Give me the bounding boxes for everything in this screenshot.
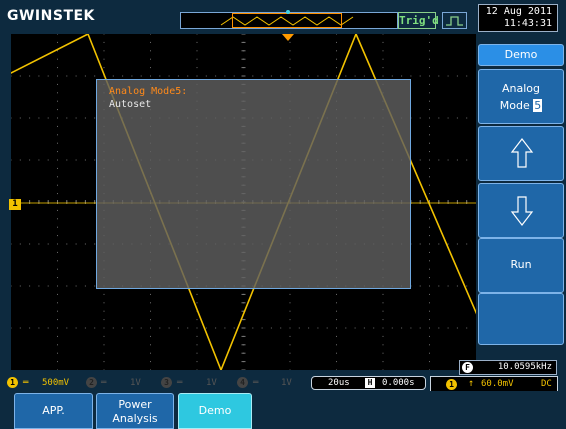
ch1-coupling-icon: ═ <box>23 378 29 388</box>
timebase-readout[interactable]: 20us H 0.000s <box>311 376 426 390</box>
trigger-source-badge: 1 <box>446 379 457 390</box>
run-button[interactable]: Run <box>478 238 564 293</box>
mode-line: Mode 5 <box>479 97 563 114</box>
frequency-badge: F <box>462 362 473 373</box>
ch4-scale: 1V <box>281 378 292 388</box>
softkey-menu: Demo Analog Mode 5 Run <box>478 41 566 345</box>
brand-logo: GWINSTEK <box>7 8 95 24</box>
ch1-scale: 500mV <box>42 378 70 388</box>
trigger-position-marker-icon <box>282 34 294 41</box>
status-bar: 1 ═ 500mV 2 ═ 1V 3 ═ 1V 4 ═ 1V 20us H 0.… <box>0 375 566 401</box>
trigger-level: 60.0mV <box>481 379 514 389</box>
tab-app[interactable]: APP. <box>14 393 93 429</box>
ch4-coupling-icon: ═ <box>253 378 259 388</box>
timebase-scale: 20us <box>328 378 350 388</box>
trigger-type-icon <box>442 12 467 29</box>
down-button[interactable] <box>478 183 564 238</box>
horizontal-position: 0.000s <box>382 378 415 388</box>
demo-info-dialog: Analog Mode5: Autoset <box>96 79 411 289</box>
up-button[interactable] <box>478 126 564 181</box>
ch2-scale: 1V <box>130 378 141 388</box>
tab-power-analysis[interactable]: Power Analysis <box>96 393 174 429</box>
tab-demo[interactable]: Demo <box>178 393 252 429</box>
ch1-badge[interactable]: 1 <box>7 377 18 388</box>
memory-view-window <box>232 13 342 28</box>
trigger-coupling: DC <box>541 379 552 389</box>
trigger-status-badge: Trig'd <box>398 12 439 29</box>
ch2-badge[interactable]: 2 <box>86 377 97 388</box>
time-text: 11:43:31 <box>503 18 552 29</box>
oscilloscope-display: GWINSTEK Trig'd 12 Aug 2011 11:43:31 1 A… <box>0 0 566 429</box>
tab-power-line1: Power <box>118 398 152 411</box>
frequency-value: 10.0595kHz <box>497 362 552 372</box>
ch4-badge[interactable]: 4 <box>237 377 248 388</box>
memory-marker-icon <box>286 10 290 14</box>
dialog-item: Autoset <box>109 99 152 110</box>
tab-power-line2: Analysis <box>112 412 158 425</box>
ch3-scale: 1V <box>206 378 217 388</box>
ch3-coupling-icon: ═ <box>177 378 183 388</box>
menu-title: Demo <box>478 44 564 66</box>
analog-label: Analog <box>501 82 540 95</box>
mode-label: Mode <box>499 99 530 112</box>
horizontal-position-badge: H <box>365 378 375 388</box>
ch1-ground-marker[interactable]: 1 <box>9 199 21 210</box>
up-arrow-icon <box>510 138 534 168</box>
bottom-tab-bar: APP. Power Analysis Demo <box>0 391 566 429</box>
rising-edge-icon: ↑ <box>468 378 475 389</box>
empty-softkey[interactable] <box>478 293 564 345</box>
mode-value: 5 <box>533 99 543 112</box>
ch3-badge[interactable]: 3 <box>161 377 172 388</box>
date-text: 12 Aug 2011 <box>485 6 552 17</box>
date-time-display: 12 Aug 2011 11:43:31 <box>478 4 558 32</box>
ch2-coupling-icon: ═ <box>101 378 107 388</box>
down-arrow-icon <box>510 196 534 226</box>
dialog-title: Analog Mode5: <box>109 86 188 97</box>
frequency-readout: F 10.0595kHz <box>459 360 557 375</box>
analog-mode-button[interactable]: Analog Mode 5 <box>478 69 564 124</box>
